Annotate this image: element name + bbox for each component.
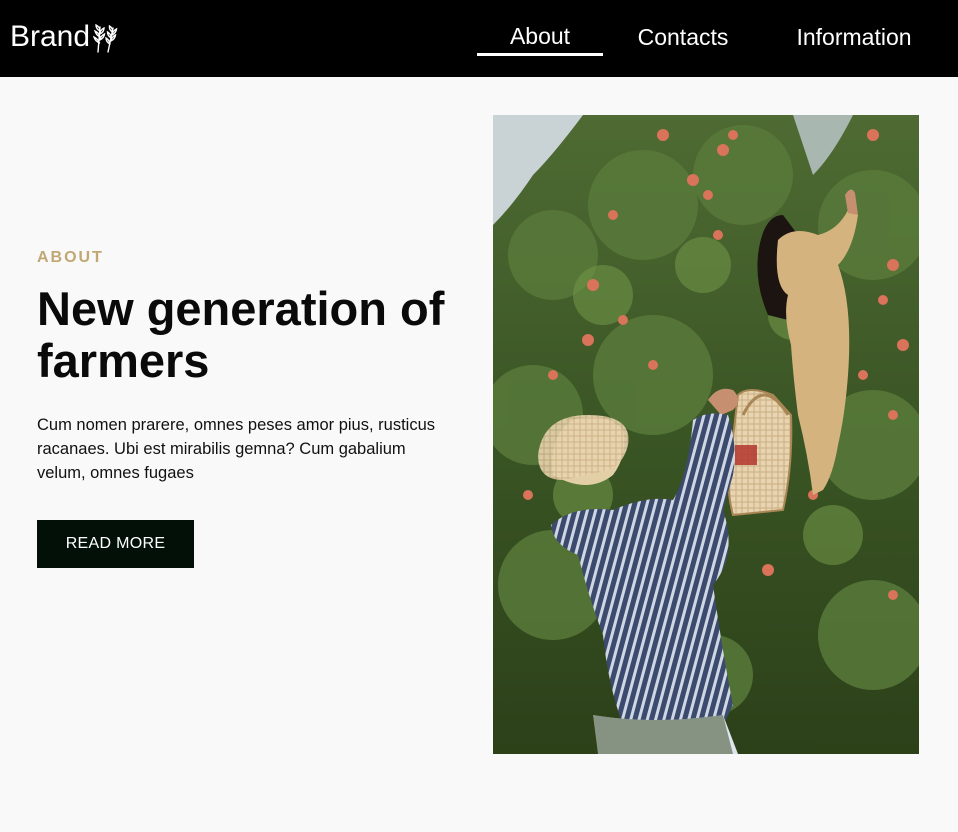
read-more-button[interactable]: READ MORE xyxy=(37,520,194,568)
brand-logo[interactable]: Brand xyxy=(10,19,121,55)
section-eyebrow: ABOUT xyxy=(37,249,104,266)
nav-link-information[interactable]: Information xyxy=(790,23,918,51)
wheat-icon xyxy=(93,23,118,53)
nav-link-contacts[interactable]: Contacts xyxy=(630,23,736,51)
nav-link-about[interactable]: About xyxy=(477,22,603,50)
nav-active-indicator xyxy=(477,53,603,56)
hero-image xyxy=(493,115,919,754)
brand-label: Brand xyxy=(10,20,91,53)
hero-description: Cum nomen prarere, omnes peses amor pius… xyxy=(37,416,435,482)
navbar: Brand About Contacts Information xyxy=(0,0,958,77)
page-title: New generation of farmers xyxy=(37,282,445,387)
orchard-photo xyxy=(493,115,919,754)
